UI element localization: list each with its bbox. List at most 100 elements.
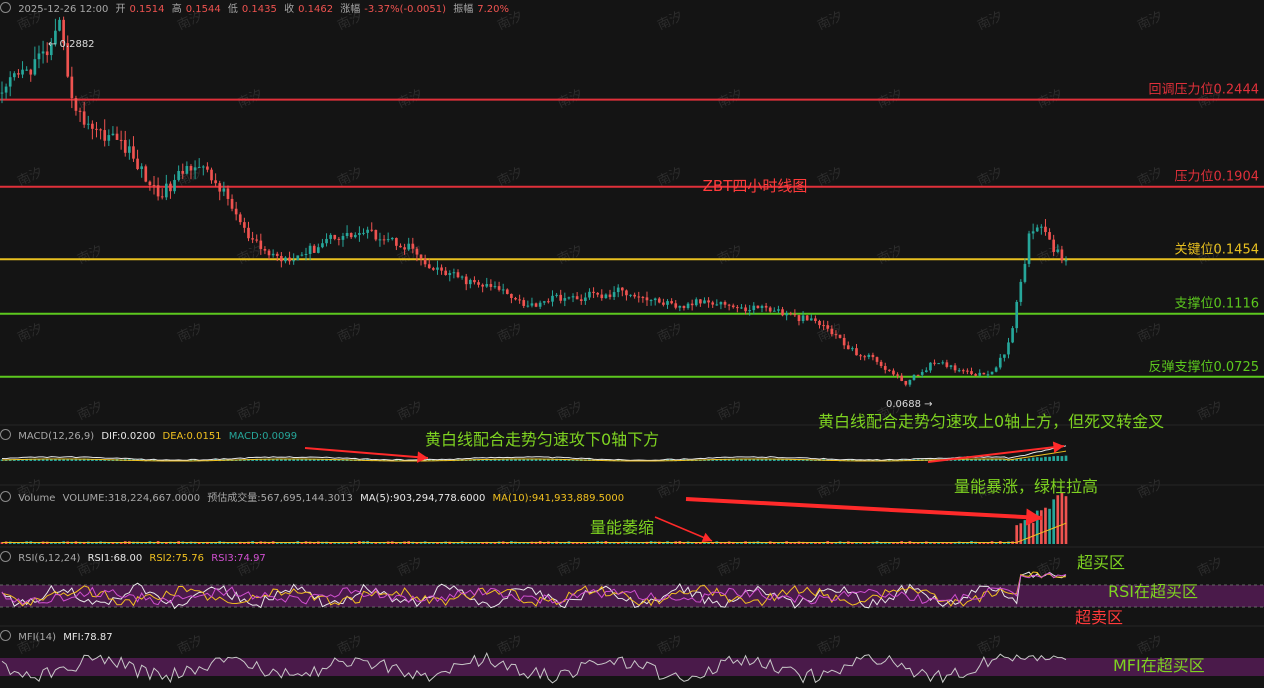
candle-body — [1052, 239, 1056, 252]
candle-body — [736, 307, 739, 309]
volume-bar — [1023, 520, 1027, 544]
candle-body — [941, 362, 945, 364]
candle-body — [514, 297, 517, 300]
candle-body — [353, 234, 357, 238]
candle-body — [296, 255, 300, 261]
candle-body — [834, 334, 838, 336]
candle-body — [538, 302, 542, 307]
candle-body — [316, 247, 320, 253]
candle-body — [366, 229, 369, 233]
candle-body — [937, 363, 940, 365]
candle-body — [990, 371, 994, 375]
volume-bar — [33, 542, 37, 544]
volume-bar — [809, 542, 813, 544]
candle-body — [243, 222, 246, 228]
candle-body — [830, 328, 834, 335]
candle-body — [731, 305, 735, 308]
candle-body — [115, 133, 119, 140]
macd-bar — [785, 459, 788, 461]
volume-bar — [197, 542, 201, 544]
macd-bar — [501, 459, 505, 461]
candle-body — [329, 234, 332, 239]
annotation-vol-down: 量能萎缩 — [590, 518, 654, 537]
candle-body — [883, 366, 887, 370]
candle-body — [826, 325, 830, 329]
volume-bar — [210, 542, 213, 544]
volume-bar — [1048, 508, 1051, 544]
volume-bar — [1027, 521, 1031, 544]
candle-body — [818, 320, 821, 326]
watermark-text: 南汐 — [1195, 398, 1225, 423]
candle-body — [801, 315, 805, 322]
candle-body — [970, 371, 973, 375]
candle-body — [345, 233, 349, 237]
volume-legend: Volume VOLUME:318,224,667.0000 预估成交量:567… — [0, 489, 628, 504]
candle-body — [321, 243, 324, 248]
candle-body — [822, 325, 825, 327]
macd-legend: MACD(12,26,9) DIF:0.0200 DEA:0.0151 MACD… — [0, 429, 301, 442]
candle-body — [12, 73, 16, 78]
bell-icon[interactable] — [0, 551, 11, 562]
candle-body — [255, 239, 259, 241]
settings-icon[interactable] — [0, 2, 11, 13]
bell-icon[interactable] — [0, 429, 11, 440]
volume-bar — [662, 542, 665, 544]
candle-body — [600, 294, 604, 299]
volume-bar — [333, 542, 337, 544]
candle-body — [468, 279, 472, 285]
candle-body — [592, 291, 595, 293]
macd-bar — [1035, 457, 1039, 461]
candle-body — [933, 362, 936, 364]
candle-body — [123, 139, 127, 153]
annotation-vol-up: 量能暴涨，绿柱拉高 — [954, 477, 1098, 496]
volume-bar — [275, 542, 279, 544]
candle-body — [86, 123, 90, 125]
arrow-macd-left-shaft — [304, 447, 429, 459]
watermark-text: 南汐 — [1135, 8, 1165, 33]
candle-body — [41, 51, 45, 54]
macd-bar — [1048, 456, 1051, 461]
candle-body — [711, 302, 715, 305]
macd-bar — [764, 459, 768, 461]
candle-body — [579, 299, 583, 301]
candle-body — [814, 318, 817, 321]
candle-body — [723, 302, 727, 305]
volume-bar — [1056, 495, 1060, 544]
candle-body — [464, 276, 468, 285]
macd-bar — [518, 459, 521, 461]
candle-body — [358, 233, 361, 235]
volume-bar — [670, 542, 673, 544]
candle-body — [781, 309, 784, 316]
candle-body — [214, 180, 217, 184]
candle-body — [1060, 249, 1064, 261]
volume-bar — [234, 542, 238, 544]
candle-body — [485, 284, 489, 287]
candlestick-chart[interactable]: 南汐 南汐 南汐 南汐 南汐 南汐 南汐 南汐南汐 南汐 南汐 南汐 南汐 南汐 南汐 南汐南汐 南汐 南汐 南汐… — [0, 0, 1264, 688]
candle-body — [838, 334, 842, 338]
candle-body — [978, 372, 982, 376]
candle-body — [547, 301, 550, 303]
watermark-text: 南汐 — [655, 8, 685, 33]
candle-body — [427, 264, 431, 269]
header-open: 0.1514 — [129, 4, 165, 15]
eye-icon[interactable] — [0, 491, 11, 502]
candle-body — [727, 304, 731, 306]
candle-body — [33, 59, 37, 75]
bell-icon[interactable] — [0, 630, 11, 641]
volume-bar — [382, 542, 386, 544]
candle-body — [501, 289, 505, 291]
candle-body — [17, 73, 20, 75]
candle-body — [259, 240, 263, 249]
candle-body — [103, 130, 107, 141]
candle-body — [542, 301, 546, 303]
candle-body — [900, 375, 904, 381]
volume-bar — [1031, 522, 1035, 544]
watermark-text: 南汐 — [715, 398, 745, 423]
macd-bar — [777, 459, 780, 461]
candle-body — [867, 354, 871, 357]
candle-body — [571, 296, 575, 298]
macd-bar — [1044, 456, 1047, 461]
candle-body — [140, 166, 144, 170]
candle-body — [473, 279, 476, 283]
mfi-legend: MFI(14) MFI:78.87 — [0, 630, 117, 643]
